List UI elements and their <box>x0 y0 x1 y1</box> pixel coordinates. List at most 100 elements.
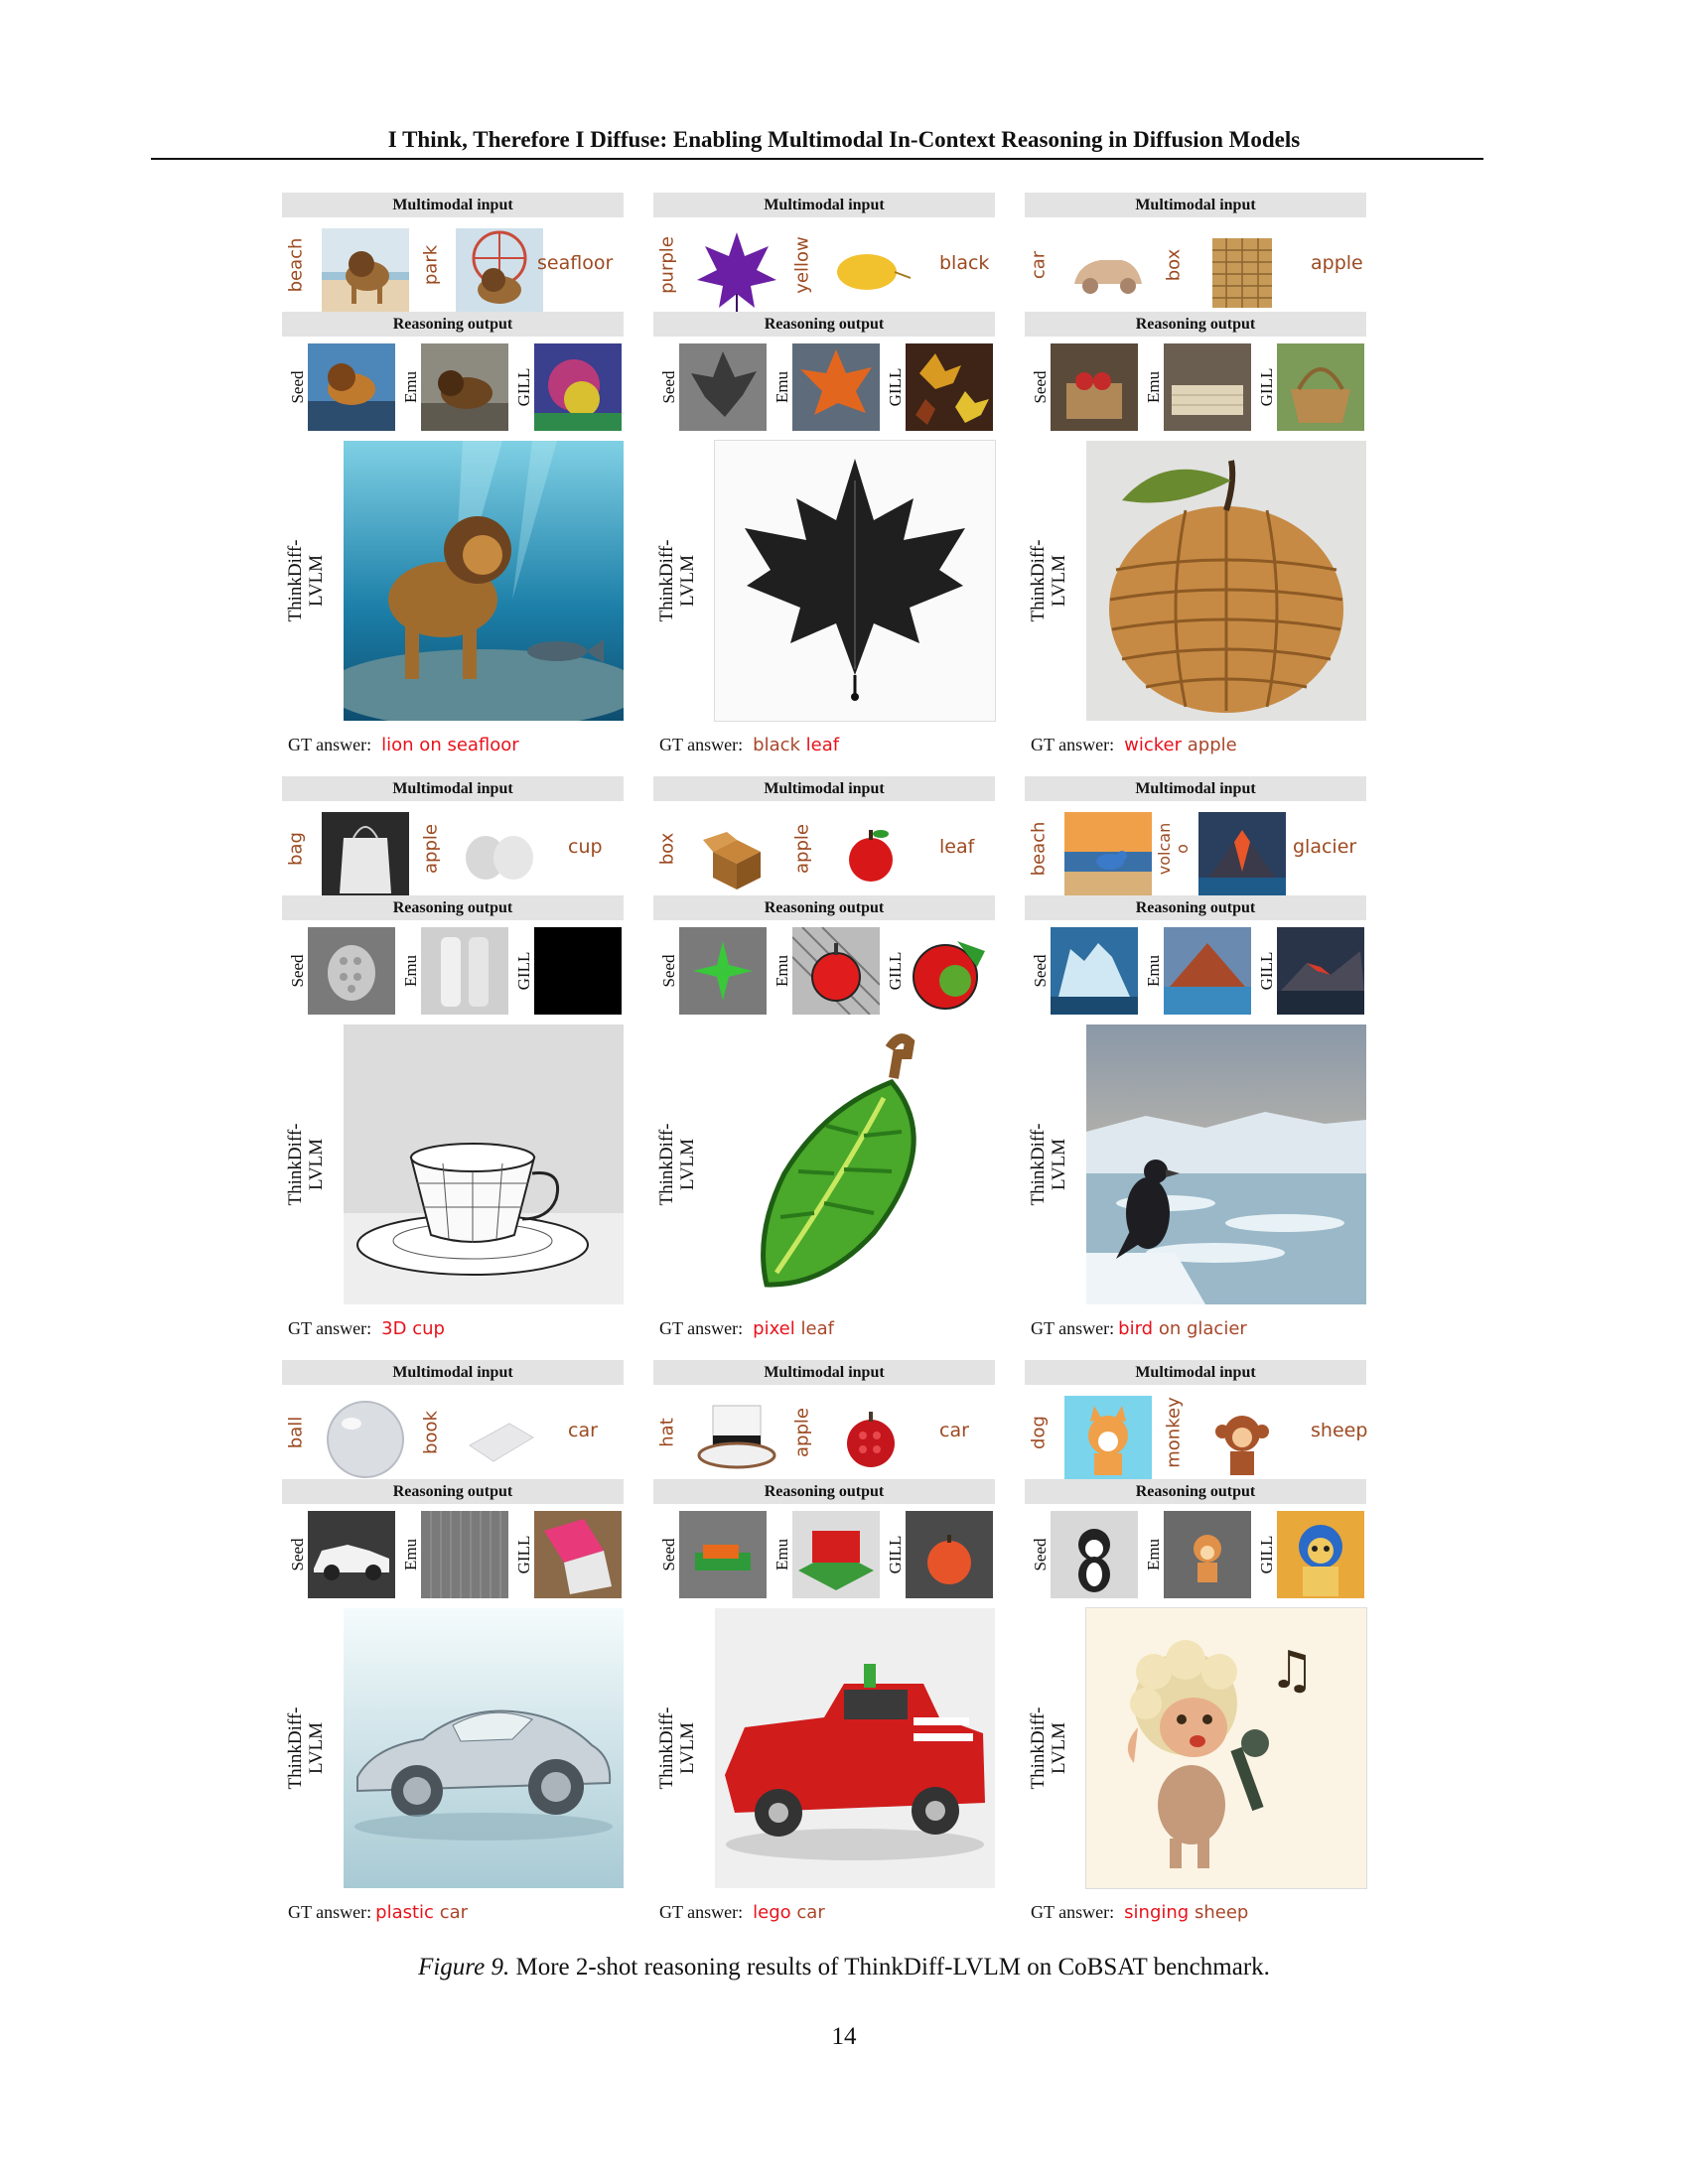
input-image-b <box>456 812 543 899</box>
input-image-a <box>1064 1396 1152 1483</box>
gt-answer-key: pixel <box>753 1318 795 1339</box>
model-label-seed: Seed <box>1031 1538 1050 1571</box>
multimodal-input-header: Multimodal input <box>1025 776 1366 801</box>
input-image-b <box>827 228 914 316</box>
model-label-emu: Emu <box>773 954 791 988</box>
example-panel: Multimodal input box apple leaf Reasonin… <box>653 776 1019 1347</box>
input-image-b <box>1198 228 1286 316</box>
input-label-c: car <box>568 1420 598 1441</box>
thinkdiff-output-image <box>715 1024 995 1304</box>
model-label-gill: GILL <box>514 367 533 407</box>
gt-answer: GT answer: bird on glacier <box>1031 1318 1247 1339</box>
input-label-a: bag <box>285 832 307 866</box>
emu-output-image <box>1164 343 1251 431</box>
reasoning-output-header: Reasoning output <box>653 1479 995 1504</box>
input-label-b: apple <box>791 824 813 874</box>
input-label-c: leaf <box>939 836 975 858</box>
gt-answer-key: lego <box>753 1902 791 1923</box>
thinkdiff-lvlm-label: ThinkDiff- LVLM <box>1028 1123 1069 1206</box>
input-label-b: monkey <box>1163 1397 1185 1468</box>
model-label-seed: Seed <box>288 1538 307 1571</box>
multimodal-input-header: Multimodal input <box>282 1360 624 1385</box>
model-label-gill: GILL <box>1257 1535 1276 1574</box>
gill-output-image <box>906 343 993 431</box>
model-label-seed: Seed <box>1031 370 1050 404</box>
gill-output-image <box>1277 343 1364 431</box>
thinkdiff-output-image <box>1086 1024 1366 1304</box>
model-label-seed: Seed <box>659 370 678 404</box>
input-label-a: hat <box>656 1418 678 1447</box>
input-image-b <box>456 228 543 316</box>
example-panel: Multimodal input beach park seafloor Rea… <box>282 193 647 763</box>
input-image-b <box>827 812 914 899</box>
reasoning-output-header: Reasoning output <box>282 312 624 337</box>
input-image-b <box>1198 1396 1286 1483</box>
input-label-c: glacier <box>1293 836 1357 858</box>
model-label-gill: GILL <box>886 951 905 991</box>
input-image-a <box>1064 812 1152 899</box>
gt-answer: GT answer: singing sheep <box>1031 1902 1249 1923</box>
thinkdiff-lvlm-label: ThinkDiff- LVLM <box>1028 1706 1069 1790</box>
multimodal-input-header: Multimodal input <box>653 1360 995 1385</box>
example-panel: Multimodal input car box apple Reasoning… <box>1025 193 1390 763</box>
thinkdiff-lvlm-label: ThinkDiff- LVLM <box>656 1123 698 1206</box>
gill-output-image <box>534 1511 622 1598</box>
input-image-a <box>693 228 780 316</box>
example-panel: Multimodal input beach volcan o glacier … <box>1025 776 1390 1347</box>
seed-output-image <box>1051 343 1138 431</box>
emu-output-image <box>421 1511 508 1598</box>
gt-answer: GT answer: wicker apple <box>1031 735 1237 755</box>
reasoning-output-header: Reasoning output <box>653 895 995 920</box>
gt-answer: GT answer: pixel leaf <box>659 1318 834 1339</box>
input-label-b: apple <box>791 1408 813 1457</box>
thinkdiff-output-image <box>1086 441 1366 721</box>
thinkdiff-output-image <box>344 1608 624 1888</box>
example-panel: Multimodal input bag apple cup Reasoning… <box>282 776 647 1347</box>
reasoning-output-header: Reasoning output <box>1025 895 1366 920</box>
model-label-seed: Seed <box>288 954 307 988</box>
input-image-a <box>1064 228 1152 316</box>
emu-output-image <box>421 343 508 431</box>
input-label-c: car <box>939 1420 969 1441</box>
multimodal-input-header: Multimodal input <box>1025 1360 1366 1385</box>
gt-answer-rest: car <box>439 1902 469 1923</box>
thinkdiff-lvlm-label: ThinkDiff- LVLM <box>285 1706 327 1790</box>
reasoning-output-header: Reasoning output <box>1025 312 1366 337</box>
seed-output-image <box>308 927 395 1015</box>
multimodal-input-header: Multimodal input <box>653 776 995 801</box>
input-label-b: park <box>420 244 442 286</box>
multimodal-input-header: Multimodal input <box>1025 193 1366 217</box>
thinkdiff-lvlm-label: ThinkDiff- LVLM <box>1028 539 1069 622</box>
input-label-c: seafloor <box>537 252 614 274</box>
model-label-gill: GILL <box>1257 951 1276 991</box>
thinkdiff-lvlm-label: ThinkDiff- LVLM <box>285 539 327 622</box>
gt-answer: GT answer: 3D cup <box>288 1318 445 1339</box>
input-label-a: purple <box>656 236 678 294</box>
thinkdiff-lvlm-label: ThinkDiff- LVLM <box>656 1706 698 1790</box>
input-label-b: box <box>1163 248 1185 282</box>
gt-answer-rest: leaf <box>800 1318 834 1339</box>
caption-text: More 2-shot reasoning results of ThinkDi… <box>515 1954 1270 1980</box>
seed-output-image <box>308 343 395 431</box>
input-image-b <box>456 1396 543 1483</box>
multimodal-input-header: Multimodal input <box>282 776 624 801</box>
model-label-seed: Seed <box>659 1538 678 1571</box>
emu-output-image <box>1164 927 1251 1015</box>
input-label-a: beach <box>285 237 307 293</box>
model-label-seed: Seed <box>288 370 307 404</box>
svg-text:♫: ♫ <box>1269 1641 1316 1701</box>
model-label-gill: GILL <box>514 1535 533 1574</box>
model-label-emu: Emu <box>401 370 420 404</box>
gt-answer-key: lion on seafloor <box>381 735 519 755</box>
input-image-a <box>322 812 409 899</box>
thinkdiff-output-image <box>714 440 996 722</box>
thinkdiff-lvlm-label: ThinkDiff- LVLM <box>656 539 698 622</box>
seed-output-image <box>308 1511 395 1598</box>
input-label-a: dog <box>1028 1416 1050 1449</box>
seed-output-image <box>679 343 767 431</box>
input-label-b: yellow <box>791 236 813 294</box>
model-label-emu: Emu <box>1144 1538 1163 1571</box>
input-label-b: book <box>420 1411 442 1454</box>
gt-answer: GT answer: lion on seafloor <box>288 735 519 755</box>
multimodal-input-header: Multimodal input <box>282 193 624 217</box>
